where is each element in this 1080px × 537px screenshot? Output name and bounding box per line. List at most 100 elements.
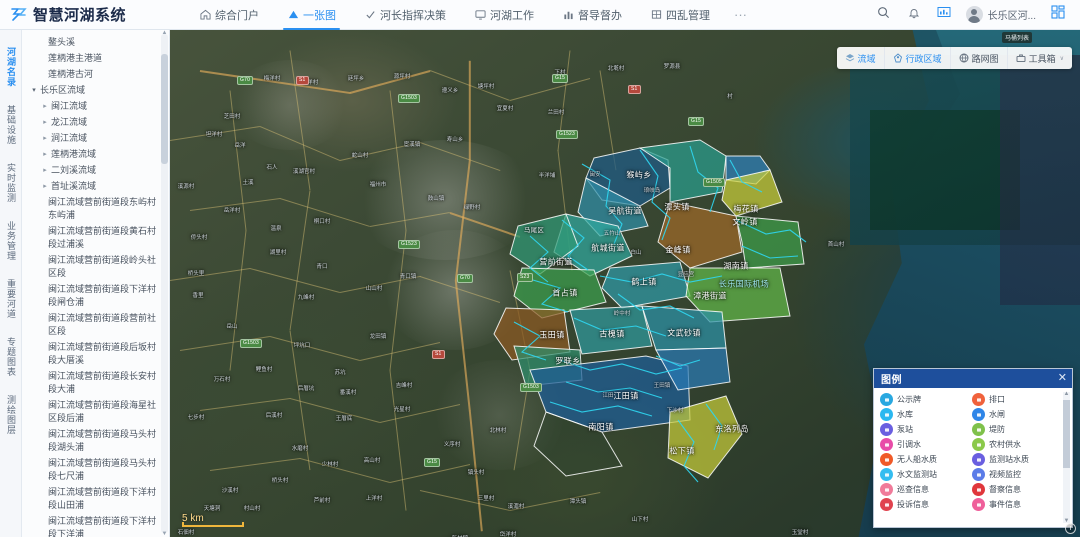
inspect-icon <box>972 483 985 496</box>
apps-button[interactable] <box>1044 1 1072 29</box>
chevron-right-icon[interactable]: ▸ <box>41 180 49 193</box>
toolbar-label: 路网图 <box>971 53 999 64</box>
nav-label: 四乱管理 <box>666 9 710 22</box>
rail-item-shishi-jiance[interactable]: 实时监测 <box>4 154 17 212</box>
patrol-icon <box>880 483 893 496</box>
legend-item[interactable]: 堤防 <box>972 423 1060 436</box>
rail-item-jichu-sheshi[interactable]: 基础设施 <box>4 96 17 154</box>
legend-item[interactable]: 无人船水质 <box>880 453 968 466</box>
tree-node[interactable]: 闽江流域营前街道段马头村段七尺浦 <box>30 455 156 484</box>
tree-node[interactable]: ▸ 涧江流域 <box>30 130 156 146</box>
nav-item-decision[interactable]: 河长指挥决策 <box>350 0 460 30</box>
nav-item-portal[interactable]: 综合门户 <box>185 0 273 30</box>
rail-item-cehui-tuceng[interactable]: 测绘图层 <box>4 386 17 444</box>
legend-item[interactable]: 引调水 <box>880 438 968 451</box>
legend-item[interactable]: 投诉信息 <box>880 498 968 511</box>
chevron-right-icon[interactable]: ▸ <box>41 164 49 177</box>
tree-scrollbar[interactable] <box>161 34 168 533</box>
tree-node[interactable]: ▸ 闽江流域 <box>30 98 156 114</box>
chevron-down-icon[interactable]: ▾ <box>30 84 38 97</box>
chevron-right-icon[interactable]: ▸ <box>41 132 49 145</box>
tree-node[interactable]: 闽江流域营前街道段下洋村段下洋浦 <box>30 513 156 537</box>
legend-item[interactable]: 水文监测站 <box>880 468 968 481</box>
home-icon <box>199 9 211 21</box>
rail-item-yewu-guanli[interactable]: 业务管理 <box>4 212 17 270</box>
tree-node-label: 龙江流域 <box>51 116 88 127</box>
chart-bars-icon <box>562 9 574 21</box>
map-canvas[interactable]: 猴屿乡 潭头镇 梅花镇 文岭镇 吴航街道 航城街道 金峰镇 湖南镇 营前街道 鹤上镇 首占镇 漳港街道… <box>170 30 1080 537</box>
tree-node[interactable]: ▸ 龙江流域 <box>30 114 156 130</box>
toolbar-roadmap-button[interactable]: 路网图 <box>951 47 1008 69</box>
tree-node[interactable]: 闽江流域营前街道段营前社区段 <box>30 310 156 339</box>
legend-item[interactable]: 巡查信息 <box>880 483 968 496</box>
tree-scrollbar-thumb[interactable] <box>161 53 168 164</box>
legend-item[interactable]: 水库 <box>880 408 968 421</box>
legend-scrollbar[interactable] <box>1063 392 1070 523</box>
legend-scrollbar-thumb[interactable] <box>1063 400 1070 468</box>
legend-item[interactable]: 公示牌 <box>880 393 968 406</box>
legend-item[interactable]: 事件信息 <box>972 498 1060 511</box>
tree-node[interactable]: ▸ 莲柄港流域 <box>30 146 156 162</box>
chevron-right-icon[interactable]: ▸ <box>41 100 49 113</box>
tree-node[interactable]: 莲柄港古河 <box>30 66 156 82</box>
tree-node[interactable]: 闽江流域营前街道段东屿村东屿浦 <box>30 194 156 223</box>
tree-node[interactable]: 闽江流域营前街道段黄石村段过浦溪 <box>30 223 156 252</box>
legend-item[interactable]: 排口 <box>972 393 1060 406</box>
legend-item[interactable]: 泵站 <box>880 423 968 436</box>
tree-node[interactable]: ▾ 长乐区流域 <box>30 82 156 98</box>
nav-item-onemap[interactable]: 一张图 <box>273 0 350 30</box>
search-button[interactable] <box>870 1 898 29</box>
tree-node[interactable]: 闽江流域营前街道段后坂村段大厝溪 <box>30 339 156 368</box>
tree-node[interactable]: 鳌头溪 <box>30 34 156 50</box>
rail-item-hehu-minglu[interactable]: 河湖名录 <box>4 38 17 96</box>
tree-node[interactable]: 闽江流域营前街道段马头村段湖头浦 <box>30 426 156 455</box>
tree-node-label: 闽江流域营前街道段岭头社区段 <box>48 254 157 278</box>
legend-item-label: 投诉信息 <box>897 500 929 509</box>
tree-node[interactable]: 闽江流域营前街道段岭头社区段 <box>30 252 156 281</box>
tree-node-label: 闽江流域营前街道段下洋村段下洋浦 <box>48 515 157 537</box>
river-tree-list[interactable]: 鳌头溪 莲柄港主港道 莲柄港古河 ▾ 长乐区流域 ▸ 闽江流域 ▸ 龙江流域 ▸ 涧江流域 ▸ 莲柄港流… <box>22 30 160 537</box>
tree-node[interactable]: 闽江流域营前街道段长安村段大浦 <box>30 368 156 397</box>
legend-item-label: 水文监测站 <box>897 470 937 479</box>
legend-item[interactable]: 督察信息 <box>972 483 1060 496</box>
drone-boat-icon <box>880 453 893 466</box>
nav-more-button[interactable]: ··· <box>724 7 757 22</box>
toolbar-admin-region-button[interactable]: 行政区域 <box>885 47 951 69</box>
legend-item[interactable]: 农村供水 <box>972 438 1060 451</box>
mountain-icon <box>287 9 299 21</box>
nav-item-work[interactable]: 河湖工作 <box>460 0 548 30</box>
scroll-up-icon[interactable]: ▲ <box>161 30 168 37</box>
tree-node[interactable]: ▸ 首址溪流域 <box>30 178 156 194</box>
tree-node[interactable]: 莲柄港主港道 <box>30 50 156 66</box>
chevron-right-icon[interactable]: ▸ <box>41 148 49 161</box>
pump-icon <box>880 423 893 436</box>
legend-item-label: 巡查信息 <box>897 485 929 494</box>
tree-node[interactable]: 闽江流域营前街道段下洋村段闸仓浦 <box>30 281 156 310</box>
rail-item-zhongyao-hedao[interactable]: 重要河道 <box>4 270 17 328</box>
info-icon[interactable]: i <box>1065 523 1076 534</box>
chevron-right-icon[interactable]: ▸ <box>41 116 49 129</box>
region-icon <box>893 53 903 63</box>
legend-item[interactable]: 监测站水质 <box>972 453 1060 466</box>
legend-item[interactable]: 水闸 <box>972 408 1060 421</box>
dashboard-button[interactable] <box>930 1 958 29</box>
road-shield: G1523 <box>556 130 579 139</box>
tree-node[interactable]: 闽江流域营前街道段海星社区段后浦 <box>30 397 156 426</box>
road-shield: G15 <box>552 74 569 83</box>
dashboard-icon <box>937 6 951 24</box>
tree-node[interactable]: 闽江流域营前街道段下洋村段山田浦 <box>30 484 156 513</box>
nav-item-supervise[interactable]: 督导督办 <box>548 0 636 30</box>
close-icon[interactable]: ✕ <box>1058 373 1067 384</box>
legend-item-label: 视频监控 <box>989 470 1021 479</box>
nav-item-siluan[interactable]: 四乱管理 <box>636 0 724 30</box>
toolbar-basin-button[interactable]: 流域 <box>837 47 885 69</box>
tree-node[interactable]: ▸ 二刘溪流域 <box>30 162 156 178</box>
user-menu[interactable]: 长乐区河... <box>960 6 1042 23</box>
legend-scroll-up-icon[interactable]: ▲ <box>1063 390 1070 398</box>
notifications-button[interactable] <box>900 1 928 29</box>
board-icon <box>880 393 893 406</box>
toolbar-toolbox-button[interactable]: 工具箱 ∨ <box>1008 47 1072 69</box>
rail-item-zhuanti-tubiao[interactable]: 专题图表 <box>4 328 17 386</box>
scroll-down-icon[interactable]: ▼ <box>161 530 168 537</box>
legend-item[interactable]: 视频监控 <box>972 468 1060 481</box>
